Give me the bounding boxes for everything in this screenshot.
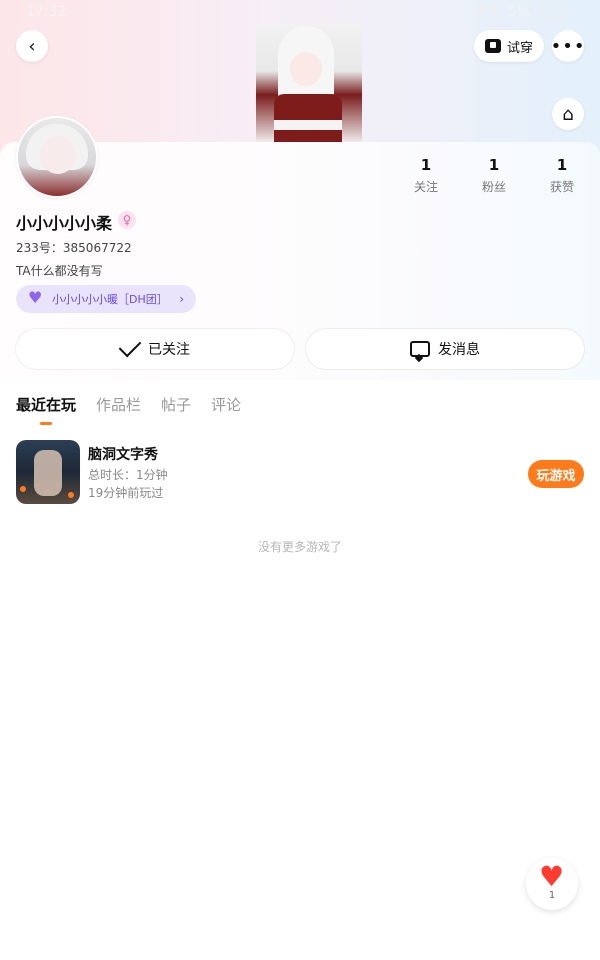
game-title: 脑洞文字秀 [88,447,158,463]
like-button[interactable]: 1 [526,858,578,910]
list-item[interactable]: 脑洞文字秀 总时长：1分钟 19分钟前玩过 玩游戏 [16,440,584,510]
user-avatar[interactable] [16,116,98,198]
home-button[interactable]: ⌂ [552,98,584,130]
tab-posts[interactable]: 帖子 [161,394,191,415]
profile-bio: TA什么都没有写 [16,264,103,278]
like-count: 1 [548,890,556,901]
try-on-button[interactable]: 试穿 [474,30,544,62]
character-dress [274,94,342,142]
profile-content: 最近在玩 作品栏 帖子 评论 脑洞文字秀 总时长：1分钟 19分钟前玩过 玩游戏… [0,380,600,960]
tab-recent[interactable]: 最近在玩 [16,394,76,415]
game-icon [16,440,80,504]
tab-indicator [40,422,52,425]
team-badge-label: 小小小小小暖［DH团］ [52,293,168,306]
chevron-left-icon: ‹ [28,35,36,57]
stat-following-value: 1 [420,156,432,174]
avatar-face [40,136,76,174]
play-game-button[interactable]: 玩游戏 [528,460,584,488]
chevron-right-icon: › [179,292,184,306]
stat-following[interactable]: 1 关注 [392,156,460,195]
character-face [290,52,322,86]
home-icon: ⌂ [562,103,574,125]
team-badge[interactable]: 小小小小小暖［DH团］ › [16,285,196,313]
battery-icon [540,5,564,19]
character-frill [274,120,342,130]
message-icon [410,341,430,357]
game-icon-figure [34,450,62,496]
status-bar: 17:32 5% [0,0,600,24]
stat-followers-label: 粉丝 [481,180,506,194]
stat-followers[interactable]: 1 粉丝 [460,156,528,195]
follow-button-label: 已关注 [148,342,190,358]
profile-stats: 1 关注 1 粉丝 1 获赞 [392,156,600,196]
follow-button[interactable]: 已关注 [16,329,294,369]
game-icon-dot [68,492,74,498]
tab-works[interactable]: 作品栏 [96,394,141,415]
profile-tabs: 最近在玩 作品栏 帖子 评论 [16,394,241,415]
stat-likes-label: 获赞 [549,180,574,194]
game-icon-dot [20,486,26,492]
heart-icon [539,860,565,893]
game-last-played: 19分钟前玩过 [88,486,164,500]
stat-likes-value: 1 [556,156,568,174]
gender-female-icon: ♀ [118,211,136,229]
battery-percent: 5% [507,4,530,20]
stat-followers-value: 1 [488,156,500,174]
wifi-icon [477,5,498,19]
status-right: 5% [477,4,564,20]
stat-following-label: 关注 [413,180,438,194]
stat-likes[interactable]: 1 获赞 [528,156,596,195]
try-on-label: 试穿 [506,40,533,56]
shirt-icon [484,39,501,53]
profile-id: 233号：385067722 [16,241,132,255]
message-button[interactable]: 发消息 [306,329,584,369]
more-button[interactable]: ••• [550,30,586,62]
message-button-label: 发消息 [438,342,480,358]
no-more-games: 没有更多游戏了 [257,540,342,554]
heart-icon [28,288,44,307]
status-time: 17:32 [26,4,67,20]
tab-comments[interactable]: 评论 [211,394,241,415]
game-duration: 总时长：1分钟 [88,468,168,482]
check-icon [118,334,142,358]
character-avatar-figure [256,24,362,142]
profile-nickname: 小小小小小柔 [16,214,113,233]
more-icon: ••• [550,35,586,57]
back-button[interactable]: ‹ [16,30,48,62]
